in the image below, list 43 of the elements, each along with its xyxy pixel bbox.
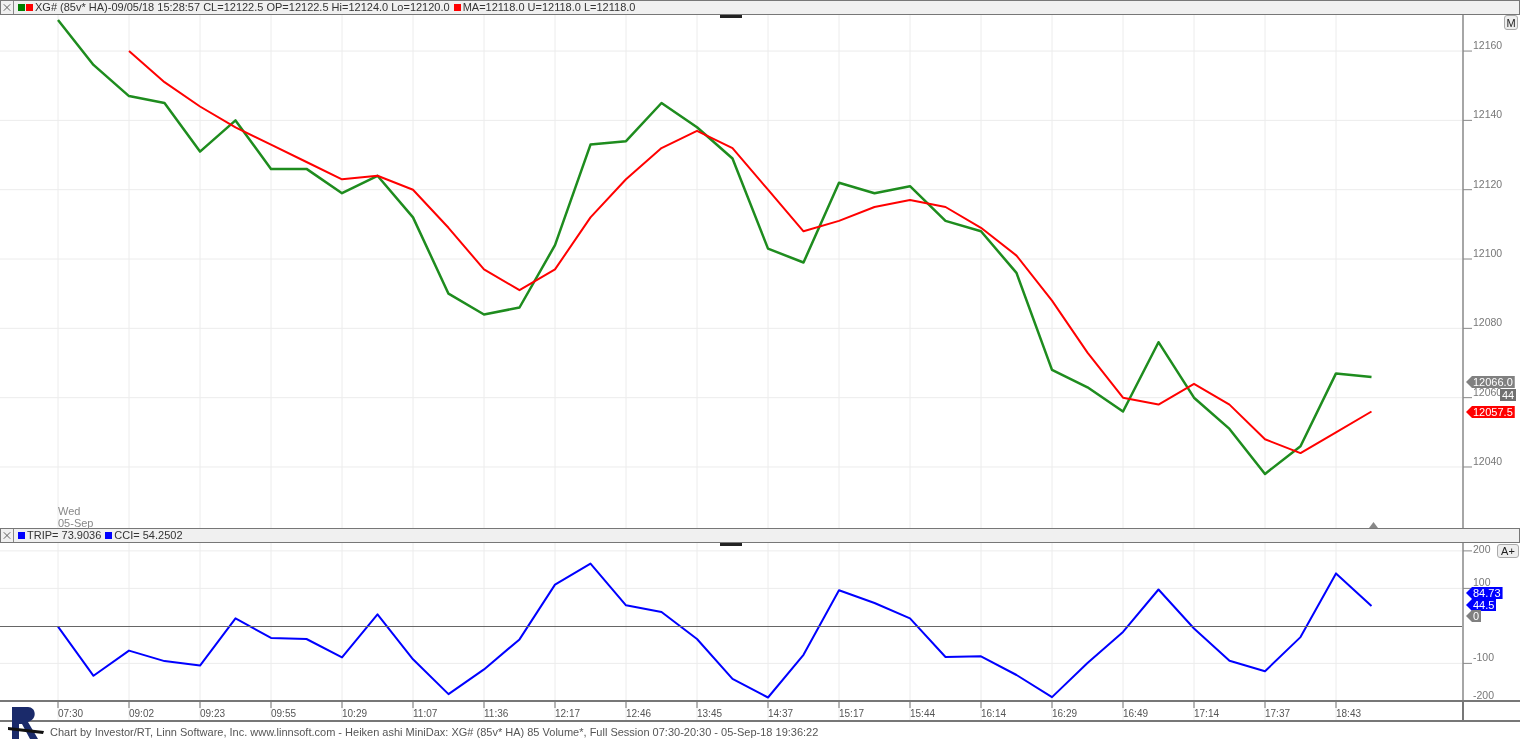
legend-text: XG# (85v* HA)-09/05/18 15:28:57 CL=12122.5 OP=12122.5 Hi=12124.0 Lo=12120.0 [35,2,450,13]
time-label: 16:49 [1123,708,1149,719]
axis-label: 12100 [1473,247,1503,259]
time-label: 09:02 [129,708,155,719]
legend-text: MA=12118.0 U=12118.0 L=12118.0 [462,2,636,13]
time-label: 18:43 [1336,708,1362,719]
time-label: 10:29 [342,708,368,719]
value-tag: 84.73 [1466,587,1503,599]
time-label: 09:55 [271,708,297,719]
time-label: 14:37 [768,708,794,719]
time-label: 09:23 [200,708,226,719]
legend-text: CCI= 54.2502 [114,530,183,541]
axis-label: 12160 [1473,39,1503,52]
time-label: 07:30 [58,708,84,719]
time-label: 12:46 [626,708,652,719]
value-tag: 12066.0 [1466,376,1515,388]
time-label: 12:17 [555,708,581,719]
axis-label: 12040 [1473,455,1503,467]
time-label: 13:45 [697,708,723,719]
time-label: 11:07 [413,708,438,719]
value-tag: 0 [1466,610,1482,622]
scale-mode-button[interactable]: M [1504,15,1518,30]
value-tag: 12057.5 [1466,406,1515,418]
axis-label: 200 [1473,543,1491,555]
date-label: Wed [58,505,82,517]
time-label: 17:37 [1265,708,1291,719]
axis-label: -200 [1473,688,1494,701]
footer-text: Chart by Investor/RT, Linn Software, Inc. www.linnsoft.com - Heiken ashi MiniDax: XG# (85v* HA) 85 Volume*, Full Session 07:30-20:30 - 05-Sep-18 19:36:22 [50,724,819,740]
axis-label: 100 [1473,576,1491,589]
date-label: 05-Sep [58,517,94,529]
value-tag: 44.5 [1466,599,1497,611]
legend-text: TRIP= 73.9036 [27,530,102,541]
axis-label: 12120 [1473,177,1503,190]
axis-label: 12140 [1473,108,1503,121]
axis-label: -100 [1473,651,1494,664]
time-label: 17:14 [1194,708,1220,719]
axis-label: 12080 [1473,316,1503,329]
time-label: 15:17 [839,708,865,719]
time-label: 15:44 [910,708,936,719]
time-label: 11:36 [484,708,509,719]
time-label: 16:29 [1052,708,1078,719]
auto-scale-button[interactable]: A+ [1497,544,1519,558]
time-label: 16:14 [981,708,1007,719]
